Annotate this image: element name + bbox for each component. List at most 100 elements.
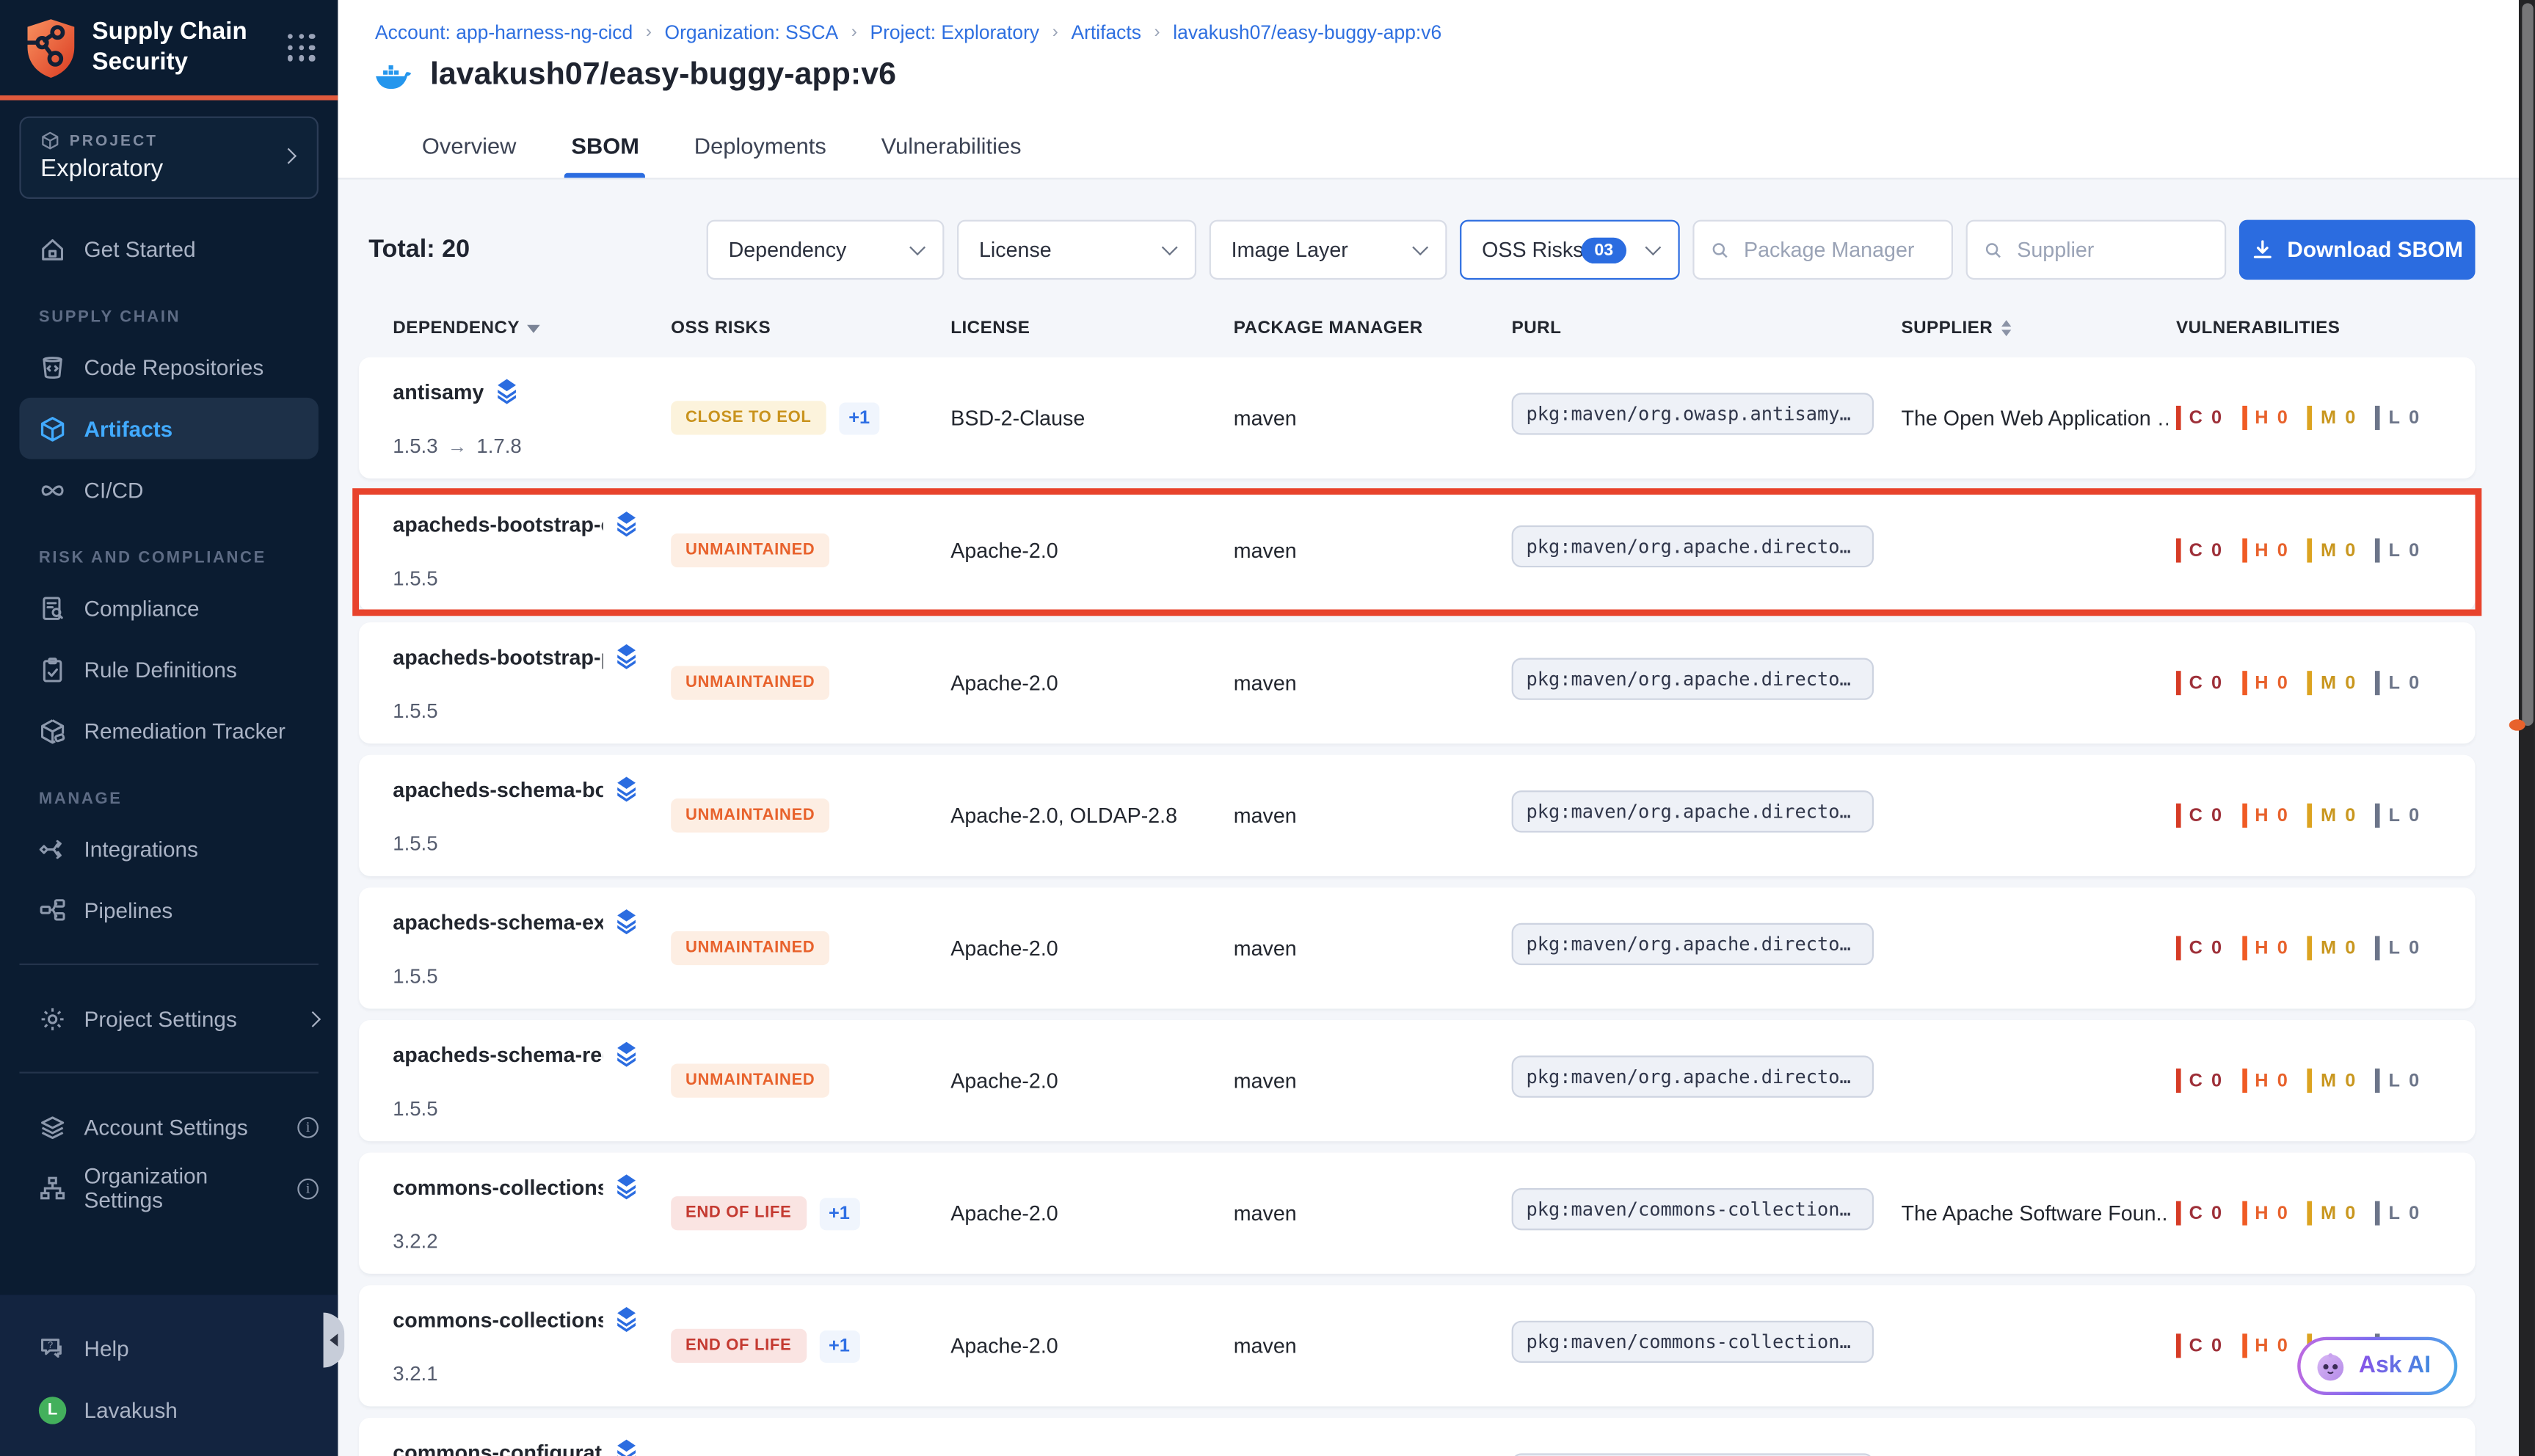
sidebar-item-code-repositories[interactable]: Code Repositories — [0, 336, 338, 398]
dependency-filter-dropdown[interactable]: Dependency — [706, 220, 944, 280]
layers-icon — [614, 1041, 639, 1067]
divider — [19, 964, 319, 965]
low-count: L0 — [2376, 1201, 2420, 1226]
table-row[interactable]: apacheds-schema-extr...1.5.5 UNMAINTAINE… — [359, 887, 2475, 1008]
supplier-value: The Apache Software Foun... — [1901, 1201, 2167, 1226]
sidebar-item-label: Code Repositories — [84, 355, 264, 379]
download-sbom-button[interactable]: Download SBOM — [2238, 220, 2475, 280]
purl-box[interactable]: pkg:maven/commons-configuration/… — [1512, 1453, 1874, 1456]
low-count: L0 — [2376, 1069, 2420, 1093]
license-value: BSD-2-Clause — [950, 406, 1217, 430]
medium-count: M0 — [2307, 539, 2356, 563]
supplier-search[interactable] — [1965, 220, 2226, 280]
sidebar-item-label: Project Settings — [84, 1006, 237, 1030]
high-count: H0 — [2242, 1069, 2288, 1093]
purl-box[interactable]: pkg:maven/commons-collections/co… — [1512, 1321, 1874, 1363]
high-count: H0 — [2242, 406, 2288, 430]
risk-more-chip[interactable]: +1 — [819, 1330, 859, 1362]
breadcrumb-separator-icon — [1052, 23, 1058, 42]
sidebar-item-get-started[interactable]: Get Started — [0, 218, 338, 280]
column-label: SUPPLIER — [1901, 318, 1993, 338]
oss-risks-filter-dropdown[interactable]: OSS Risks03 — [1459, 220, 1679, 280]
sidebar-item-compliance[interactable]: Compliance — [0, 577, 338, 638]
purl-box[interactable]: pkg:maven/org.owasp.antisamy/ant… — [1512, 393, 1874, 434]
app-title: Supply Chain Security — [92, 18, 288, 78]
sidebar-item-cicd[interactable]: CI/CD — [0, 459, 338, 521]
module-grid-icon[interactable] — [288, 34, 315, 61]
breadcrumb-artifacts[interactable]: Artifacts — [1071, 21, 1141, 44]
dependency-version: 3.2.1 — [393, 1363, 671, 1386]
docker-icon — [375, 59, 414, 91]
sidebar-item-integrations[interactable]: Integrations — [0, 818, 338, 880]
sidebar-item-account-settings[interactable]: Account Settings — [0, 1096, 338, 1157]
layers-icon — [495, 378, 520, 404]
title-row: lavakush07/easy-buggy-app:v6 — [338, 43, 2519, 93]
column-dependency[interactable]: DEPENDENCY — [359, 318, 671, 338]
supplier-input[interactable] — [2014, 236, 2208, 263]
high-count: H0 — [2242, 671, 2288, 695]
tab-sbom[interactable]: SBOM — [549, 133, 662, 178]
sidebar-item-pipelines[interactable]: Pipelines — [0, 879, 338, 941]
sidebar-item-project-settings[interactable]: Project Settings — [0, 988, 338, 1049]
purl-box[interactable]: pkg:maven/org.apache.directory.s… — [1512, 525, 1874, 567]
sidebar-item-user[interactable]: L Lavakush — [0, 1379, 338, 1441]
sidebar-item-rule-definitions[interactable]: Rule Definitions — [0, 638, 338, 700]
purl-box[interactable]: pkg:maven/org.apache.directory.s… — [1512, 790, 1874, 832]
tab-deployments[interactable]: Deployments — [672, 133, 849, 178]
oss-risk-badge: END OF LIFE — [671, 1329, 806, 1363]
license-filter-dropdown[interactable]: License — [956, 220, 1196, 280]
table-row[interactable]: commons-collections3.2.1 END OF LIFE+1 A… — [359, 1285, 2475, 1406]
risk-more-chip[interactable]: +1 — [839, 401, 879, 434]
critical-count: C0 — [2176, 1333, 2222, 1358]
package-manager-input[interactable] — [1741, 236, 1935, 263]
breadcrumb-organization[interactable]: Organization: SSCA — [665, 21, 839, 44]
purl-box[interactable]: pkg:maven/org.apache.directory.s… — [1512, 658, 1874, 700]
oss-risk-badge: UNMAINTAINED — [671, 1063, 829, 1097]
info-icon[interactable] — [297, 1116, 319, 1138]
image-layer-filter-dropdown[interactable]: Image Layer — [1209, 220, 1447, 280]
tab-vulnerabilities[interactable]: Vulnerabilities — [859, 133, 1044, 178]
purl-box[interactable]: pkg:maven/org.apache.directory.s… — [1512, 923, 1874, 965]
breadcrumb-artifact-name[interactable]: lavakush07/easy-buggy-app:v6 — [1173, 21, 1441, 44]
dropdown-label: OSS Risks — [1482, 238, 1583, 262]
sidebar-item-remediation-tracker[interactable]: Remediation Tracker — [0, 700, 338, 762]
vulnerability-counts: C0 H0 M0 L0 — [2176, 539, 2476, 563]
tab-overview[interactable]: Overview — [399, 133, 539, 178]
low-count: L0 — [2376, 804, 2420, 828]
sidebar-item-organization-settings[interactable]: Organization Settings — [0, 1157, 338, 1219]
dependency-name: apacheds-bootstrap-p... — [393, 644, 603, 669]
table-row[interactable]: commons-configuration UNMAINTAINED http:… — [359, 1418, 2475, 1456]
purl-box[interactable]: pkg:maven/commons-collections/co… — [1512, 1188, 1874, 1230]
package-manager-search[interactable] — [1692, 220, 1952, 280]
table-row[interactable]: apacheds-bootstrap-e...1.5.5 UNMAINTAINE… — [359, 489, 2475, 611]
risk-more-chip[interactable]: +1 — [819, 1197, 859, 1229]
org-hierarchy-icon — [39, 1174, 66, 1201]
low-count: L0 — [2376, 539, 2420, 563]
divider — [19, 1071, 319, 1073]
ask-ai-button[interactable]: Ask AI — [2297, 1337, 2456, 1395]
scrollbar-thumb[interactable] — [2521, 3, 2532, 726]
breadcrumb-project[interactable]: Project: Exploratory — [870, 21, 1039, 44]
layers-icon — [614, 776, 639, 801]
sidebar-item-label: Help — [84, 1336, 129, 1361]
project-selector[interactable]: PROJECT Exploratory — [19, 117, 319, 199]
table-row[interactable]: apacheds-schema-boo...1.5.5 UNMAINTAINED… — [359, 755, 2475, 876]
column-supplier[interactable]: SUPPLIER — [1901, 318, 2175, 338]
column-label: OSS RISKS — [671, 318, 771, 338]
purl-box[interactable]: pkg:maven/org.apache.directory.s… — [1512, 1055, 1874, 1097]
sidebar-item-help[interactable]: ? Help — [0, 1317, 338, 1379]
low-count: L0 — [2376, 671, 2420, 695]
info-icon[interactable] — [297, 1178, 319, 1199]
table-row[interactable]: commons-collections3.2.2 END OF LIFE+1 A… — [359, 1153, 2475, 1274]
breadcrumb-account[interactable]: Account: app-harness-ng-cicd — [375, 21, 633, 44]
breadcrumb: Account: app-harness-ng-cicd Organizatio… — [338, 0, 2519, 43]
sidebar-item-label: CI/CD — [84, 478, 144, 502]
table-row[interactable]: apacheds-bootstrap-p...1.5.5 UNMAINTAINE… — [359, 622, 2475, 743]
integrations-icon — [39, 835, 66, 862]
table-row[interactable]: antisamy1.5.31.7.8 CLOSE TO EOL+1 BSD-2-… — [359, 357, 2475, 478]
sidebar-item-artifacts[interactable]: Artifacts — [19, 398, 319, 459]
table-row[interactable]: apacheds-schema-regi...1.5.5 UNMAINTAINE… — [359, 1020, 2475, 1141]
package-manager-value: maven — [1234, 1333, 1500, 1358]
artifacts-cube-icon — [39, 415, 66, 442]
layers-icon — [614, 1173, 639, 1199]
